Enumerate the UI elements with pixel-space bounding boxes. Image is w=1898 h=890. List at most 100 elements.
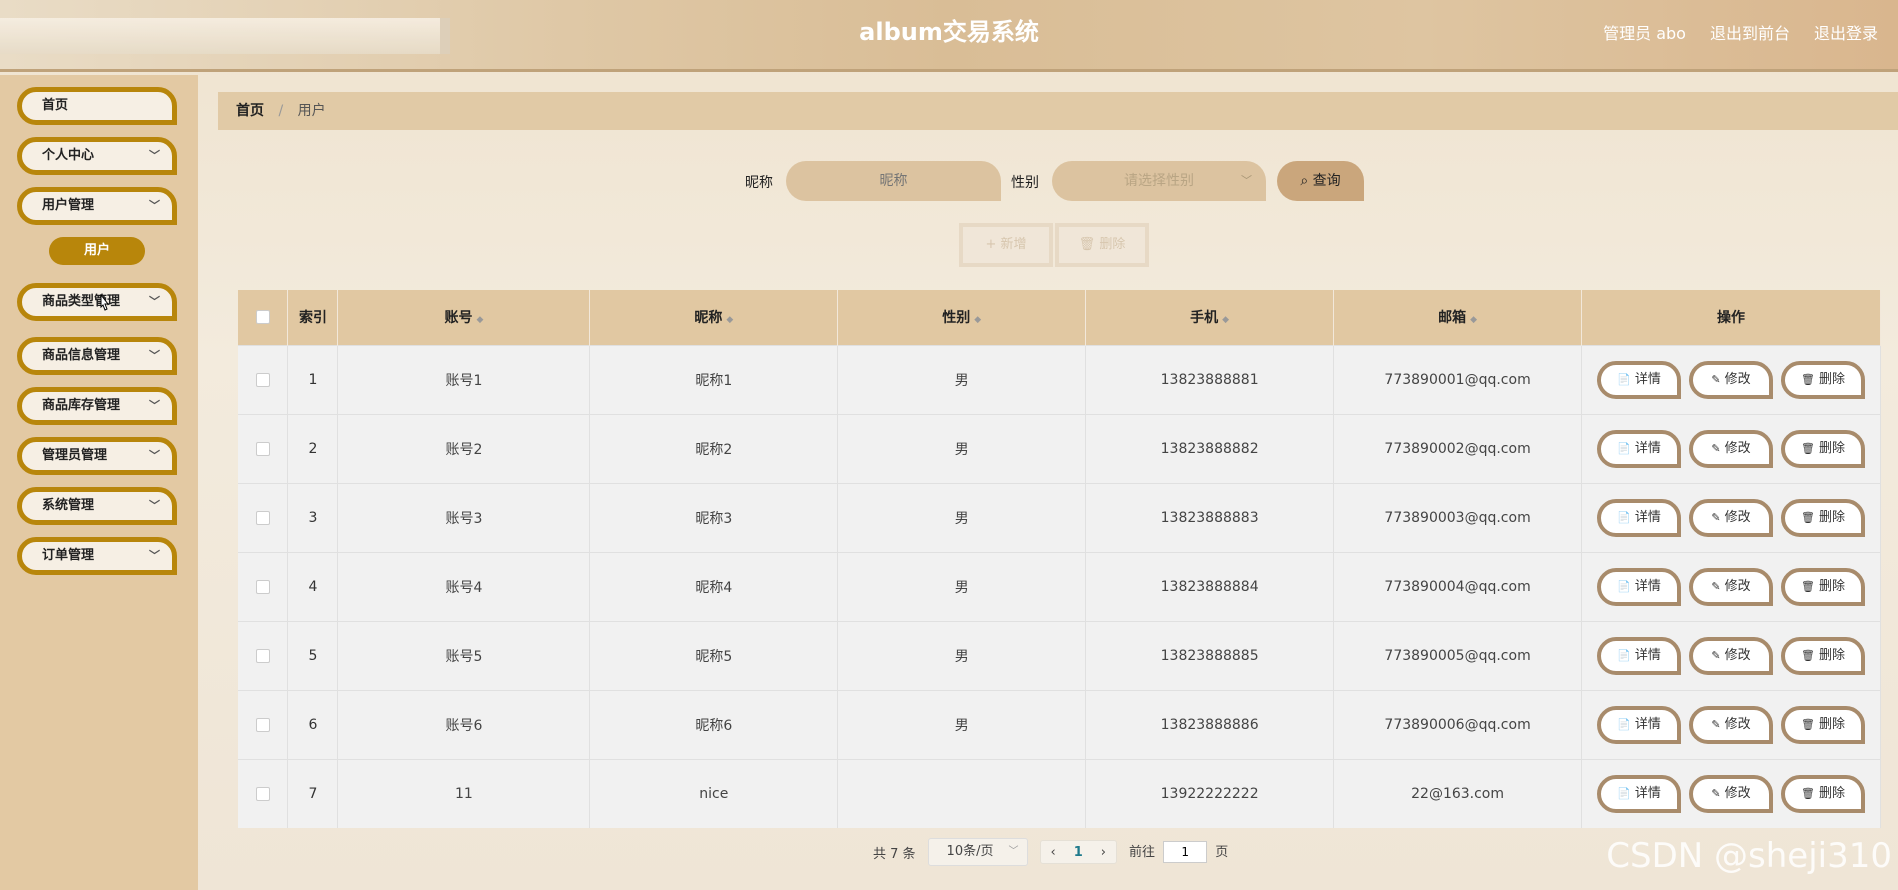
select-all-checkbox[interactable] xyxy=(255,310,270,325)
page-nav: ‹ 1 › xyxy=(1039,840,1117,864)
edit-button[interactable]: ✎ 修改 xyxy=(1689,429,1774,468)
goto-input[interactable] xyxy=(1163,841,1208,863)
detail-button[interactable]: 📄 详情 xyxy=(1597,498,1682,537)
delete-button[interactable]: 🗑 删除 xyxy=(1781,636,1866,675)
cell-operations: 📄 详情 ✎ 修改 🗑 删除 xyxy=(1581,689,1881,759)
table-row: 5 账号5 昵称5 男 13823888885 773890005@qq.com 📄 详情 ✎ 修… xyxy=(238,620,1881,690)
sort-icon[interactable]: ◆ xyxy=(974,315,981,325)
sidebar: 首页 个人中心 ﹀ 用户管理 ﹀ 用户 商品类型管理 ﹀ 商品信息管理 ﹀ 商品… xyxy=(0,75,198,890)
sidebar-subitem-user[interactable]: 用户 xyxy=(49,237,145,265)
gender-label: 性别 xyxy=(1011,175,1039,191)
batch-delete-button[interactable]: 🗑 删除 xyxy=(1055,223,1149,267)
delete-button[interactable]: 🗑 删除 xyxy=(1781,774,1866,813)
detail-button[interactable]: 📄 详情 xyxy=(1597,705,1682,744)
row-checkbox[interactable] xyxy=(255,717,270,732)
edit-icon: ✎ xyxy=(1711,372,1721,386)
edit-button[interactable]: ✎ 修改 xyxy=(1689,636,1774,675)
row-checkbox[interactable] xyxy=(255,441,270,456)
document-icon: 📄 xyxy=(1617,717,1631,731)
sidebar-item-profile[interactable]: 个人中心 ﹀ xyxy=(17,137,177,175)
header-email[interactable]: 邮箱 ◆ xyxy=(1333,290,1583,345)
delete-button-label: 删除 xyxy=(1818,578,1845,594)
logout-link[interactable]: 退出登录 xyxy=(1814,20,1878,44)
table-row: 6 账号6 昵称6 男 13823888886 773890006@qq.com 📄 详情 ✎ 修… xyxy=(238,689,1881,759)
chevron-down-icon: ﹀ xyxy=(149,549,160,562)
cell-gender xyxy=(837,758,1087,828)
sidebar-item-home[interactable]: 首页 xyxy=(17,87,177,125)
cell-email: 773890005@qq.com xyxy=(1333,620,1583,690)
row-checkbox[interactable] xyxy=(255,648,270,663)
cell-nickname: 昵称1 xyxy=(589,344,839,414)
sidebar-item-product-info[interactable]: 商品信息管理 ﹀ xyxy=(17,337,177,375)
sidebar-item-inventory[interactable]: 商品库存管理 ﹀ xyxy=(17,387,177,425)
row-checkbox[interactable] xyxy=(255,786,270,801)
detail-button[interactable]: 📄 详情 xyxy=(1597,360,1682,399)
sort-icon[interactable]: ◆ xyxy=(1470,315,1477,325)
mouse-cursor-icon xyxy=(100,294,110,311)
sidebar-item-users[interactable]: 用户管理 ﹀ xyxy=(17,187,177,225)
detail-button[interactable]: 📄 详情 xyxy=(1597,567,1682,606)
prev-page-icon[interactable]: ‹ xyxy=(1051,845,1056,860)
table-row: 7 11 nice 13922222222 22@163.com 📄 详情 ✎ 修改 🗑 删除 xyxy=(238,758,1881,828)
header-phone[interactable]: 手机 ◆ xyxy=(1085,290,1335,345)
cell-phone: 13823888885 xyxy=(1085,620,1335,690)
sidebar-item-label: 订单管理 xyxy=(42,548,95,563)
edit-button[interactable]: ✎ 修改 xyxy=(1689,567,1774,606)
header-gender[interactable]: 性别 ◆ xyxy=(837,290,1087,345)
cell-index: 7 xyxy=(287,758,339,828)
front-link[interactable]: 退出到前台 xyxy=(1710,20,1790,44)
table-row: 3 账号3 昵称3 男 13823888883 773890003@qq.com 📄 详情 ✎ 修… xyxy=(238,482,1881,552)
query-button[interactable]: ⌕ 查询 xyxy=(1277,161,1364,201)
nickname-input[interactable] xyxy=(786,161,1001,201)
sidebar-item-label: 用户管理 xyxy=(42,198,95,213)
detail-button[interactable]: 📄 详情 xyxy=(1597,429,1682,468)
sort-icon[interactable]: ◆ xyxy=(726,315,733,325)
table-header-row: 索引 账号 ◆ 昵称 ◆ 性别 ◆ 手机 ◆ 邮箱 ◆ 操作 xyxy=(238,290,1881,345)
document-icon: 📄 xyxy=(1617,786,1631,800)
sidebar-item-orders[interactable]: 订单管理 ﹀ xyxy=(17,537,177,575)
sort-icon[interactable]: ◆ xyxy=(1222,315,1229,325)
delete-button-label: 删除 xyxy=(1818,647,1845,663)
batch-delete-label: 删除 xyxy=(1099,237,1126,252)
delete-button[interactable]: 🗑 删除 xyxy=(1781,360,1866,399)
detail-button[interactable]: 📄 详情 xyxy=(1597,774,1682,813)
sort-icon[interactable]: ◆ xyxy=(476,315,483,325)
sidebar-item-admins[interactable]: 管理员管理 ﹀ xyxy=(17,437,177,475)
pagination: 共 7 条 10条/页 ﹀ ‹ 1 › 前往 页 xyxy=(873,838,1228,866)
detail-button[interactable]: 📄 详情 xyxy=(1597,636,1682,675)
header-account[interactable]: 账号 ◆ xyxy=(337,290,591,345)
row-checkbox[interactable] xyxy=(255,579,270,594)
header-nickname[interactable]: 昵称 ◆ xyxy=(589,290,839,345)
edit-button[interactable]: ✎ 修改 xyxy=(1689,498,1774,537)
current-page[interactable]: 1 xyxy=(1074,845,1083,860)
page-size-select[interactable]: 10条/页 ﹀ xyxy=(927,838,1028,866)
gender-select[interactable]: 请选择性别 ﹀ xyxy=(1052,161,1266,201)
edit-button[interactable]: ✎ 修改 xyxy=(1689,774,1774,813)
cell-email: 22@163.com xyxy=(1333,758,1583,828)
edit-button-label: 修改 xyxy=(1724,578,1751,594)
delete-button[interactable]: 🗑 删除 xyxy=(1781,705,1866,744)
row-checkbox-cell xyxy=(238,344,289,414)
document-icon: 📄 xyxy=(1617,579,1631,593)
add-button[interactable]: + 新增 xyxy=(959,223,1053,267)
sidebar-item-system[interactable]: 系统管理 ﹀ xyxy=(17,487,177,525)
delete-button[interactable]: 🗑 删除 xyxy=(1781,498,1866,537)
cell-nickname: 昵称5 xyxy=(589,620,839,690)
breadcrumb-home[interactable]: 首页 xyxy=(236,103,264,119)
edit-button[interactable]: ✎ 修改 xyxy=(1689,360,1774,399)
row-checkbox-cell xyxy=(238,482,289,552)
row-checkbox-cell xyxy=(238,413,289,483)
header-account-label: 账号 xyxy=(444,310,473,327)
row-checkbox-cell xyxy=(238,551,289,621)
delete-button[interactable]: 🗑 删除 xyxy=(1781,567,1866,606)
edit-button[interactable]: ✎ 修改 xyxy=(1689,705,1774,744)
table-row: 2 账号2 昵称2 男 13823888882 773890002@qq.com 📄 详情 ✎ 修… xyxy=(238,413,1881,483)
row-checkbox[interactable] xyxy=(255,510,270,525)
header-operations: 操作 xyxy=(1581,290,1881,345)
cell-operations: 📄 详情 ✎ 修改 🗑 删除 xyxy=(1581,758,1881,828)
breadcrumb: 首页 / 用户 xyxy=(218,92,1898,130)
cell-operations: 📄 详情 ✎ 修改 🗑 删除 xyxy=(1581,551,1881,621)
delete-button[interactable]: 🗑 删除 xyxy=(1781,429,1866,468)
row-checkbox[interactable] xyxy=(255,372,270,387)
next-page-icon[interactable]: › xyxy=(1101,845,1106,860)
